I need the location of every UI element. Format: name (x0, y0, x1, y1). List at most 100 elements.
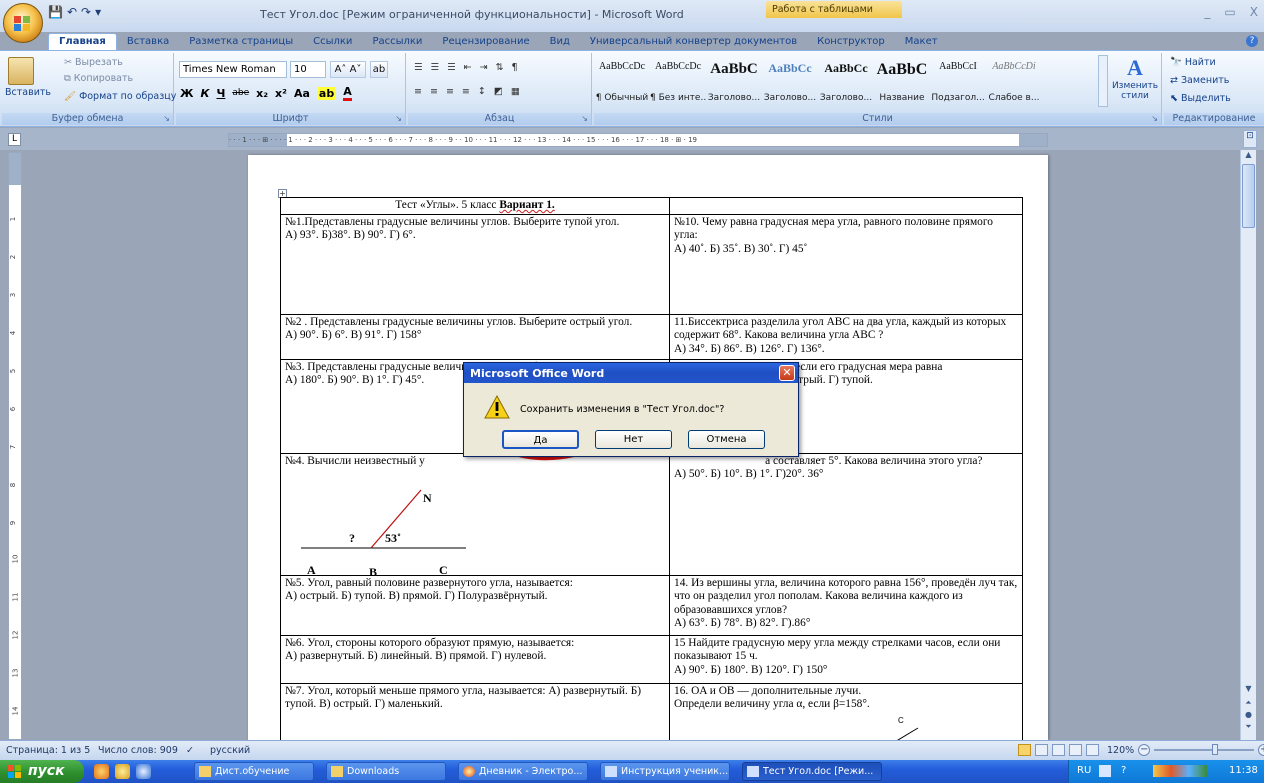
tab-review[interactable]: Рецензирование (432, 34, 539, 50)
zoom-level[interactable]: 120% (1107, 745, 1134, 756)
justify-icon[interactable]: ≡ (462, 86, 470, 97)
find-button[interactable]: 🔭 Найти (1170, 57, 1216, 68)
tab-converter[interactable]: Универсальный конвертер документов (580, 34, 807, 50)
taskbar-item[interactable]: Инструкция ученик... (600, 762, 730, 781)
launcher-icon[interactable]: ↘ (163, 114, 170, 123)
styles-scroll[interactable] (1098, 55, 1108, 107)
numbering-icon[interactable]: ☰ (431, 62, 440, 73)
strike-button[interactable]: abe (232, 88, 249, 98)
taskbar-item[interactable]: Дист.обучение (194, 762, 314, 781)
restore-button[interactable]: ▭ (1224, 5, 1235, 19)
start-button[interactable]: пуск (0, 760, 84, 783)
underline-button[interactable]: Ч (216, 87, 225, 100)
tab-layout[interactable]: Макет (895, 34, 948, 50)
launcher-icon[interactable]: ↘ (395, 114, 402, 123)
multilevel-icon[interactable]: ☰ (447, 62, 456, 73)
grow-shrink-font-button[interactable]: A˄ A˅ (330, 61, 366, 78)
style-heading-2[interactable]: AaBbCc Заголово... (762, 55, 818, 107)
style-heading-1[interactable]: AaBbC Заголово... (706, 55, 762, 107)
zoom-out-icon[interactable]: − (1138, 744, 1151, 756)
bullets-icon[interactable]: ☰ (414, 62, 423, 73)
tab-mailings[interactable]: Рассылки (362, 34, 432, 50)
italic-button[interactable]: К (200, 87, 209, 100)
proofing-icon[interactable]: ✓ (186, 745, 194, 756)
superscript-button[interactable]: x² (275, 87, 287, 100)
opera-icon[interactable] (94, 764, 109, 779)
shading-icon[interactable]: ◩ (494, 86, 503, 97)
subscript-button[interactable]: x₂ (256, 87, 268, 100)
vertical-scrollbar[interactable]: ▲ ▼ ⏶ ● ⏷ (1240, 150, 1256, 740)
taskbar-item[interactable]: Downloads (326, 762, 446, 781)
outline-view-icon[interactable] (1069, 744, 1082, 756)
change-case-button[interactable]: Aa (294, 87, 310, 100)
no-button[interactable]: Нет (595, 430, 672, 449)
draft-view-icon[interactable] (1086, 744, 1099, 756)
undo-icon[interactable]: ↶ (67, 5, 77, 19)
office-button[interactable] (3, 3, 43, 43)
help-tray-icon[interactable]: ? (1121, 765, 1126, 776)
table-cell[interactable]: №6. Угол, стороны которого образуют прям… (280, 634, 670, 684)
vertical-ruler[interactable]: 1 2 3 4 5 6 7 8 9 10 11 12 13 14 (8, 152, 22, 740)
customize-qat-icon[interactable]: ▾ (95, 5, 101, 19)
change-styles-button[interactable]: A Изменить стили (1110, 55, 1160, 111)
help-icon[interactable]: ? (1246, 35, 1258, 47)
cancel-button[interactable]: Отмена (688, 430, 765, 449)
font-color-icon[interactable]: A (343, 85, 352, 101)
scroll-up-icon[interactable]: ▲ (1241, 150, 1256, 162)
print-layout-view-icon[interactable] (1018, 744, 1031, 756)
save-icon[interactable]: 💾 (48, 5, 63, 19)
page-count[interactable]: Страница: 1 из 5 (6, 745, 90, 756)
font-name-field[interactable]: Times New Roman (179, 61, 287, 78)
scroll-down-icon[interactable]: ▼ (1241, 684, 1256, 696)
line-spacing-icon[interactable]: ↕ (478, 86, 486, 97)
font-size-field[interactable]: 10 (290, 61, 326, 78)
table-cell[interactable]: 11.Биссектриса разделила угол ABC на два… (669, 313, 1023, 360)
launcher-icon[interactable]: ↘ (1151, 114, 1158, 123)
table-cell[interactable]: №2 . Представлены градусные величины угл… (280, 313, 670, 360)
cut-button[interactable]: ✂ Вырезать (64, 57, 123, 68)
paste-button[interactable]: Вставить (5, 87, 51, 98)
browse-object-icon[interactable]: ● (1241, 710, 1256, 722)
align-right-icon[interactable]: ≡ (446, 86, 454, 97)
language-indicator[interactable]: русский (210, 745, 250, 756)
table-cell[interactable]: №4. Вычисли неизвестный у N ? 53˚ A B C (280, 452, 670, 579)
redo-icon[interactable]: ↷ (81, 5, 91, 19)
table-cell[interactable]: 16. OA и OB — дополнительные лучи. Опреде… (669, 682, 1023, 740)
prev-page-icon[interactable]: ⏶ (1241, 698, 1256, 710)
tab-insert[interactable]: Вставка (117, 34, 179, 50)
table-cell[interactable]: 15 Найдите градусную меру угла между стр… (669, 634, 1023, 684)
web-layout-view-icon[interactable] (1052, 744, 1065, 756)
copy-button[interactable]: ⧉ Копировать (64, 73, 133, 84)
table-cell[interactable]: №10. Чему равна градусная мера угла, рав… (669, 213, 1023, 315)
zoom-knob[interactable] (1212, 744, 1219, 755)
view-ruler-button[interactable]: ⊡ (1243, 130, 1257, 148)
indent-decrease-icon[interactable]: ⇤ (464, 62, 472, 73)
style-heading-3[interactable]: AaBbCc Заголово... (818, 55, 874, 107)
tray-icons[interactable] (1153, 765, 1207, 777)
tab-view[interactable]: Вид (540, 34, 580, 50)
taskbar-item[interactable]: Дневник - Электро... (458, 762, 588, 781)
scroll-thumb[interactable] (1242, 164, 1255, 228)
style-normal[interactable]: AaBbCcDc ¶ Обычный (594, 55, 650, 107)
select-button[interactable]: ⬉ Выделить (1170, 93, 1231, 104)
borders-icon[interactable]: ▦ (511, 86, 520, 97)
table-cell[interactable]: Тест «Углы». 5 класс Вариант 1. (280, 197, 670, 215)
next-page-icon[interactable]: ⏷ (1241, 722, 1256, 734)
align-center-icon[interactable]: ≡ (430, 86, 438, 97)
indent-increase-icon[interactable]: ⇥ (480, 62, 488, 73)
align-left-icon[interactable]: ≡ (414, 86, 422, 97)
replace-button[interactable]: ⇄ Заменить (1170, 75, 1229, 86)
tab-references[interactable]: Ссылки (303, 34, 362, 50)
minimize-button[interactable]: _ (1204, 5, 1210, 19)
word-count[interactable]: Число слов: 909 (98, 745, 178, 756)
horizontal-ruler[interactable]: · · · 1 · · · ⊞ · · · · 1 · · · 2 · · · … (228, 133, 1048, 147)
tab-design[interactable]: Конструктор (807, 34, 895, 50)
launcher-icon[interactable]: ↘ (581, 114, 588, 123)
paste-icon[interactable] (8, 57, 34, 85)
tray-app-icon[interactable] (1099, 765, 1111, 777)
ie-icon[interactable] (136, 764, 151, 779)
style-no-spacing[interactable]: AaBbCcDc ¶ Без инте... (650, 55, 706, 107)
taskbar-item[interactable]: Тест Угол.doc [Режи... (742, 762, 882, 781)
table-cell[interactable]: №1.Представлены градусные величины углов… (280, 213, 670, 315)
keyboard-language[interactable]: RU (1077, 765, 1091, 776)
